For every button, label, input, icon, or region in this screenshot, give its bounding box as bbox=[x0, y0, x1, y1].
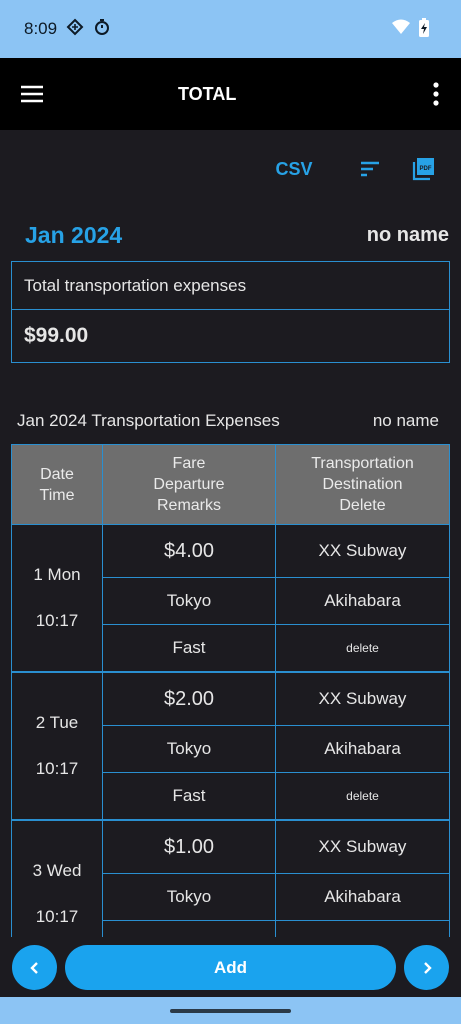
expenses-table: Date Time Fare Departure Remarks Transpo… bbox=[11, 444, 450, 970]
row-departure: Tokyo bbox=[103, 874, 275, 921]
row-transport: XX Subway bbox=[276, 821, 449, 874]
section-name: no name bbox=[372, 411, 439, 430]
row-destination: Akihabara bbox=[276, 874, 449, 921]
next-month-button[interactable] bbox=[404, 945, 449, 990]
table-row[interactable]: 2 Tue 10:17 $2.00 Tokyo Fast XX Subway Ak… bbox=[12, 673, 449, 821]
data-saver-icon bbox=[66, 18, 84, 36]
header-fare-departure-remarks: Fare Departure Remarks bbox=[103, 445, 276, 524]
row-fare: $4.00 bbox=[103, 525, 275, 578]
status-bar: 8:09 bbox=[0, 0, 461, 58]
battery-icon bbox=[419, 18, 429, 37]
header-date-time: Date Time bbox=[12, 445, 103, 524]
total-value: $99.00 bbox=[24, 324, 89, 347]
total-label: Total transportation expenses bbox=[12, 262, 449, 310]
stopwatch-icon bbox=[95, 19, 109, 35]
table-row[interactable]: 1 Mon 10:17 $4.00 Tokyo Fast XX Subway Ak… bbox=[12, 525, 449, 673]
delete-button[interactable]: delete bbox=[276, 625, 449, 671]
user-name: no name bbox=[366, 224, 449, 246]
row-fare: $2.00 bbox=[103, 673, 275, 726]
csv-button[interactable]: CSV bbox=[270, 152, 318, 186]
status-time: 8:09 bbox=[24, 19, 58, 38]
add-button[interactable]: Add bbox=[65, 945, 396, 990]
row-departure: Tokyo bbox=[103, 726, 275, 773]
home-handle[interactable] bbox=[170, 1009, 291, 1013]
system-nav-bar bbox=[0, 997, 461, 1024]
row-departure: Tokyo bbox=[103, 578, 275, 625]
delete-button[interactable]: delete bbox=[276, 773, 449, 819]
row-fare: $1.00 bbox=[103, 821, 275, 874]
app-bar: TOTAL bbox=[0, 58, 461, 130]
row-time: 10:17 bbox=[35, 759, 79, 778]
row-destination: Akihabara bbox=[276, 726, 449, 773]
row-time: 10:17 bbox=[35, 907, 79, 926]
row-destination: Akihabara bbox=[276, 578, 449, 625]
previous-month-button[interactable] bbox=[12, 945, 57, 990]
row-transport: XX Subway bbox=[276, 525, 449, 578]
section-title: Jan 2024 Transportation Expenses bbox=[17, 411, 280, 430]
wifi-icon bbox=[392, 19, 410, 34]
row-remarks: Fast bbox=[172, 638, 206, 657]
chevron-right-icon bbox=[423, 961, 432, 974]
table-header: Date Time Fare Departure Remarks Transpo… bbox=[12, 445, 449, 525]
more-options-icon[interactable] bbox=[420, 76, 452, 112]
row-date: 3 Wed bbox=[32, 861, 82, 880]
pdf-icon[interactable]: PDF bbox=[410, 152, 438, 186]
row-date: 2 Tue bbox=[35, 713, 79, 732]
month-title[interactable]: Jan 2024 bbox=[25, 222, 122, 249]
sort-icon[interactable] bbox=[356, 152, 384, 186]
header-transport-destination-delete: Transportation Destination Delete bbox=[311, 455, 414, 514]
row-remarks: Fast bbox=[172, 786, 206, 805]
total-summary-card: Total transportation expenses $99.00 bbox=[11, 261, 450, 363]
row-time: 10:17 bbox=[35, 611, 79, 630]
svg-text:PDF: PDF bbox=[420, 166, 432, 172]
row-transport: XX Subway bbox=[276, 673, 449, 726]
chevron-left-icon bbox=[29, 961, 38, 974]
row-date: 1 Mon bbox=[33, 565, 81, 584]
app-title: TOTAL bbox=[178, 84, 237, 104]
